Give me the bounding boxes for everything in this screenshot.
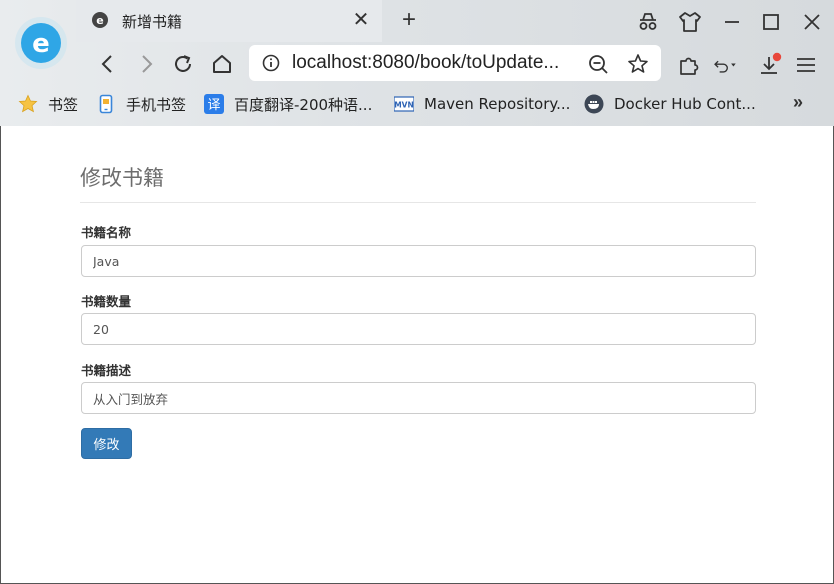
update-button[interactable]: 修改 xyxy=(81,428,132,459)
tab-active[interactable]: e 新增书籍 ✕ xyxy=(76,0,382,42)
site-info-icon[interactable] xyxy=(262,54,280,72)
download-badge-icon xyxy=(772,52,782,62)
maximize-icon[interactable] xyxy=(757,8,785,36)
new-tab-button[interactable]: + xyxy=(396,6,422,34)
home-icon[interactable] xyxy=(208,50,236,78)
star-icon xyxy=(18,94,38,113)
favorite-star-icon[interactable] xyxy=(627,53,649,75)
bookmark-baidu-translate[interactable]: 译 百度翻译-200种语... xyxy=(204,90,372,118)
page-title: 修改书籍 xyxy=(80,166,164,190)
phone-icon xyxy=(99,94,113,114)
more-bookmarks-icon[interactable]: » xyxy=(793,92,803,113)
zoom-out-icon[interactable] xyxy=(587,53,609,75)
back-icon[interactable] xyxy=(94,50,122,78)
book-description-input[interactable] xyxy=(81,382,756,414)
url-text[interactable]: localhost:8080/book/toUpdate... xyxy=(292,52,559,74)
minimize-icon[interactable] xyxy=(718,8,746,36)
svg-text:e: e xyxy=(96,14,103,27)
edge-favicon-icon: e xyxy=(92,12,108,28)
svg-text:译: 译 xyxy=(207,98,220,113)
bookmark-label: 手机书签 xyxy=(126,95,187,114)
reload-icon[interactable] xyxy=(169,50,197,78)
docker-icon xyxy=(584,94,604,114)
maven-icon: MVN xyxy=(394,96,414,112)
svg-text:e: e xyxy=(32,29,50,59)
book-description-label: 书籍描述 xyxy=(81,363,132,378)
extensions-icon[interactable] xyxy=(676,52,702,78)
menu-icon[interactable] xyxy=(793,52,819,78)
bookmark-label: Maven Repository... xyxy=(424,95,571,113)
tab-title: 新增书籍 xyxy=(122,13,183,31)
close-window-icon[interactable] xyxy=(798,8,826,36)
bookmark-docker[interactable]: Docker Hub Cont... xyxy=(584,90,756,118)
undo-dropdown-icon[interactable] xyxy=(712,52,738,78)
book-name-label: 书籍名称 xyxy=(81,225,132,240)
bookmark-label: Docker Hub Cont... xyxy=(614,95,756,113)
translate-icon: 译 xyxy=(204,94,224,114)
book-count-input[interactable] xyxy=(81,313,756,345)
browser-logo-icon: e xyxy=(15,17,67,69)
page-content: 修改书籍 书籍名称 书籍数量 书籍描述 修改 xyxy=(0,126,834,584)
book-name-input[interactable] xyxy=(81,245,756,277)
bookmark-mobile[interactable]: 手机书签 xyxy=(96,90,186,118)
address-bar[interactable]: localhost:8080/book/toUpdate... xyxy=(249,45,661,81)
shirt-skin-icon[interactable] xyxy=(676,8,704,36)
download-icon[interactable] xyxy=(757,52,783,78)
incognito-icon[interactable] xyxy=(634,8,662,36)
forward-icon[interactable] xyxy=(132,50,160,78)
svg-text:MVN: MVN xyxy=(394,101,414,110)
bookmark-maven[interactable]: MVN Maven Repository... xyxy=(394,90,570,118)
book-count-label: 书籍数量 xyxy=(81,294,132,309)
title-divider xyxy=(80,202,756,203)
browser-chrome: e e 新增书籍 ✕ + localhost:8080/book/toUpdat… xyxy=(0,0,834,126)
bookmark-label: 百度翻译-200种语... xyxy=(234,95,373,114)
bookmark-favorites[interactable]: 书签 xyxy=(18,90,78,118)
tab-close-icon[interactable]: ✕ xyxy=(350,9,372,31)
bookmark-label: 书签 xyxy=(48,95,79,114)
